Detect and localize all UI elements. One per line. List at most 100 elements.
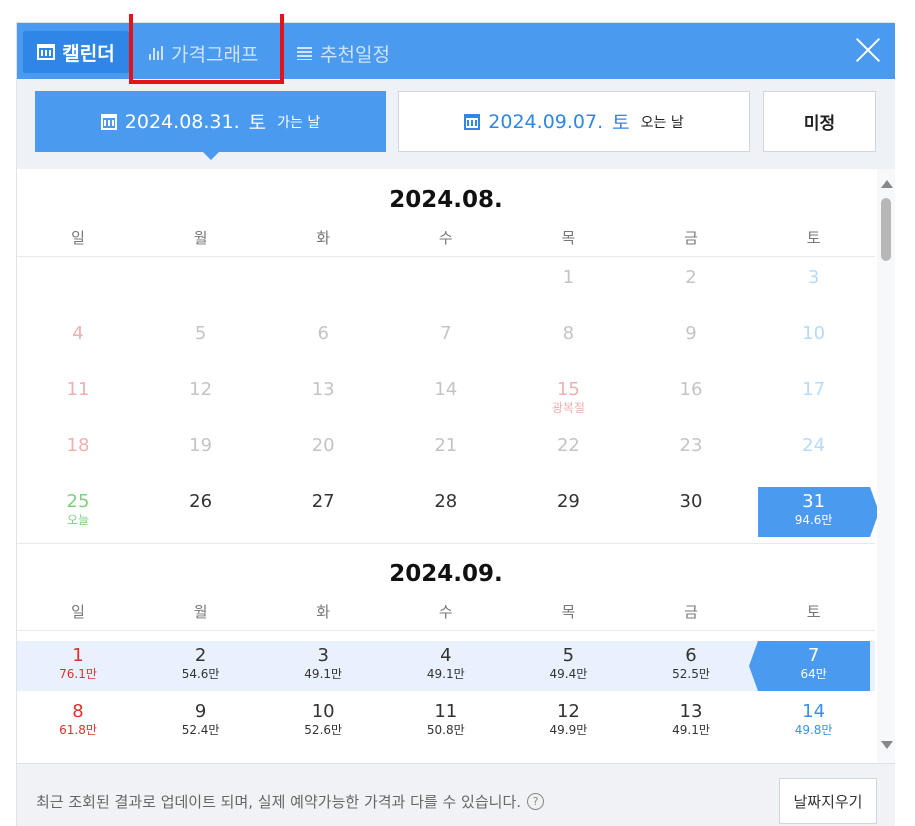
calendar-day: 12 <box>145 375 257 425</box>
day-note: 오늘 <box>66 513 90 527</box>
calendar-day: 22 <box>512 431 624 481</box>
day-number: 15 <box>556 379 580 400</box>
weekday-label: 일 <box>71 603 85 621</box>
calendar-day: 23 <box>635 431 747 481</box>
month-divider <box>17 543 875 544</box>
day-number: 26 <box>189 491 213 512</box>
day-number: 21 <box>434 435 458 456</box>
day-number: 4 <box>440 645 452 666</box>
calendar-icon <box>100 113 117 130</box>
day-number: 2 <box>685 267 697 288</box>
weekday-label: 수 <box>438 603 453 621</box>
calendar-day[interactable]: 4 49.1만 <box>390 641 502 691</box>
calendar-day: 11 <box>22 375 134 425</box>
day-price: 54.6만 <box>181 667 220 681</box>
depart-date-button[interactable]: 2024.08.31. 토 가는 날 <box>35 91 386 160</box>
calendar-day[interactable]: 26 <box>145 487 257 537</box>
day-number: 19 <box>189 435 213 456</box>
calendar-day[interactable]: 10 52.6만 <box>267 697 379 747</box>
day-number: 16 <box>679 379 703 400</box>
calendar-day[interactable]: 12 49.9만 <box>512 697 624 747</box>
day-price: 76.1만 <box>59 667 97 681</box>
calendar-day: 13 <box>267 375 379 425</box>
calendar-day[interactable]: 27 <box>267 487 379 537</box>
day-number: 9 <box>685 323 697 344</box>
day-number: 8 <box>72 701 84 722</box>
calendar-day[interactable]: 28 <box>390 487 502 537</box>
scrollbar-thumb[interactable] <box>881 198 891 261</box>
day-number: 30 <box>679 491 703 512</box>
day-number: 24 <box>802 435 826 456</box>
calendar-day[interactable]: 7 64만 <box>748 641 870 691</box>
calendar-day[interactable]: 2 54.6만 <box>145 641 257 691</box>
day-number: 22 <box>556 435 580 456</box>
day-number: 8 <box>562 323 575 344</box>
help-icon[interactable]: ? <box>527 793 545 810</box>
scroll-up-arrow-icon[interactable] <box>881 180 893 188</box>
day-price: 61.8만 <box>59 723 97 737</box>
tab-calendar-label: 캘린더 <box>62 42 115 65</box>
day-number: 4 <box>72 323 84 344</box>
weekday-label: 화 <box>316 229 331 247</box>
weekday-label: 목 <box>561 603 576 621</box>
weekday-label: 금 <box>684 229 698 247</box>
tab-price-graph-label: 가격그래프 <box>171 43 259 66</box>
day-number: 11 <box>66 379 90 400</box>
return-weekday: 토 <box>612 112 630 134</box>
day-number: 1 <box>72 645 84 666</box>
close-icon[interactable] <box>855 37 881 63</box>
calendar-day[interactable]: 8 61.8만 <box>22 697 134 747</box>
calendar-day[interactable]: 11 50.8만 <box>390 697 502 747</box>
calendar-day[interactable]: 30 <box>635 487 747 537</box>
calendar-day[interactable]: 3 49.1만 <box>267 641 379 691</box>
tab-calendar[interactable]: 캘린더 <box>23 31 129 73</box>
day-price: 49.8만 <box>794 723 833 737</box>
day-number: 6 <box>317 323 329 344</box>
return-label: 오는 날 <box>640 114 684 131</box>
calendar-day: 19 <box>145 431 257 481</box>
depart-weekday: 토 <box>248 112 267 134</box>
day-number: 5 <box>194 323 207 344</box>
calendar-day: 6 <box>267 319 379 369</box>
calendar-day[interactable]: 14 49.8만 <box>758 697 870 747</box>
calendar-day: 16 <box>635 375 747 425</box>
weekday-label: 화 <box>316 603 331 621</box>
tab-recommended-schedule[interactable]: 추천일정 <box>297 33 390 73</box>
calendar-day[interactable]: 6 52.5만 <box>635 641 747 691</box>
day-number: 5 <box>562 645 575 666</box>
day-number: 11 <box>434 701 458 722</box>
clear-dates-button[interactable]: 날짜지우기 <box>779 778 877 824</box>
weekday-label: 일 <box>71 229 85 247</box>
day-number: 13 <box>679 701 703 722</box>
depart-date: 2024.08.31. <box>124 110 240 133</box>
weekday-label: 월 <box>193 603 208 621</box>
calendar-day[interactable]: 1 76.1만 <box>22 641 134 691</box>
weekday-header: 일월화수목금토 <box>17 601 875 631</box>
calendar-day[interactable]: 31 94.6만 <box>757 487 879 537</box>
calendar-day: 4 <box>22 319 134 369</box>
day-note: 광복절 <box>551 401 585 415</box>
scroll-down-arrow-icon[interactable] <box>881 741 893 749</box>
day-number: 12 <box>556 701 580 722</box>
calendar-day[interactable]: 9 52.4만 <box>145 697 257 747</box>
day-number: 13 <box>311 379 335 400</box>
calendar-day[interactable]: 13 49.1만 <box>635 697 747 747</box>
calendar-day[interactable]: 29 <box>512 487 624 537</box>
calendar-day[interactable]: 25 오늘 <box>22 487 134 537</box>
day-price: 49.9만 <box>549 723 588 737</box>
price-notice-text: 최근 조회된 결과로 업데이트 되며, 실제 예약가능한 가격과 다를 수 있습… <box>36 793 522 811</box>
calendar-day: 8 <box>512 319 624 369</box>
calendar-day[interactable]: 5 49.4만 <box>512 641 624 691</box>
weekday-label: 토 <box>806 229 821 247</box>
return-date-button[interactable]: 2024.09.07. 토 오는 날 <box>398 91 750 152</box>
tab-price-graph[interactable]: 가격그래프 <box>149 33 258 73</box>
day-price: 49.1만 <box>304 667 343 681</box>
weekday-label: 목 <box>561 229 576 247</box>
scrollbar[interactable] <box>877 169 895 763</box>
undecided-button[interactable]: 미정 <box>763 91 876 152</box>
day-number: 1 <box>562 267 575 288</box>
day-number: 25 <box>66 491 90 512</box>
day-price: 49.1만 <box>426 667 465 681</box>
list-icon <box>297 46 312 60</box>
day-number: 29 <box>556 491 580 512</box>
